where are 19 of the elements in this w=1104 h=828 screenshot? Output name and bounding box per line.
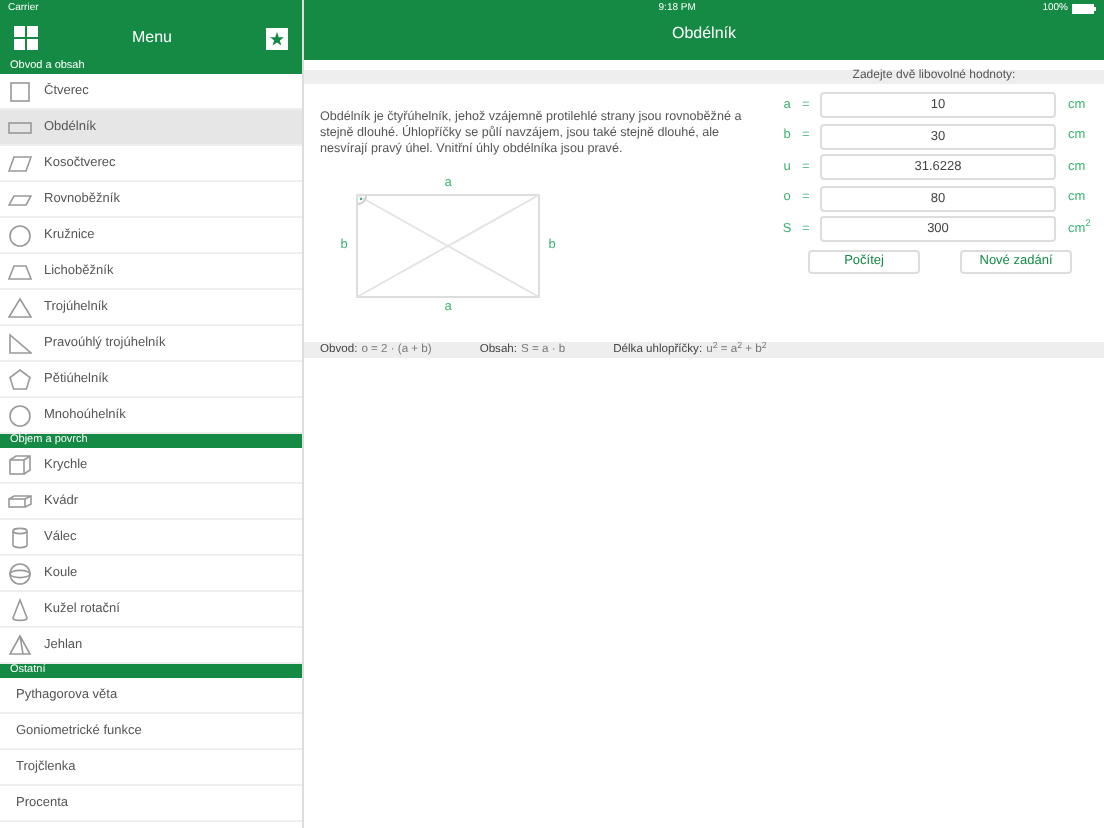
circle-icon <box>8 403 32 427</box>
trapezoid-icon <box>8 259 32 283</box>
pyramid-icon <box>8 633 32 657</box>
sphere-icon <box>8 561 32 585</box>
page-title: Obdélník <box>669 22 739 46</box>
triangle-icon <box>8 295 32 319</box>
menu-title: Menu <box>131 26 172 50</box>
grid-icon[interactable] <box>14 26 38 50</box>
parallelogram-icon <box>8 151 32 175</box>
circle-icon <box>8 223 32 247</box>
square-icon <box>8 79 32 103</box>
pentagon-icon <box>8 367 32 391</box>
right-triangle-icon <box>8 331 32 355</box>
cuboid-icon <box>8 489 32 513</box>
cone-icon <box>8 597 32 621</box>
star-icon[interactable] <box>265 27 288 49</box>
battery-icon <box>1071 3 1096 13</box>
cylinder-icon <box>8 525 32 549</box>
cube-icon <box>8 453 32 477</box>
